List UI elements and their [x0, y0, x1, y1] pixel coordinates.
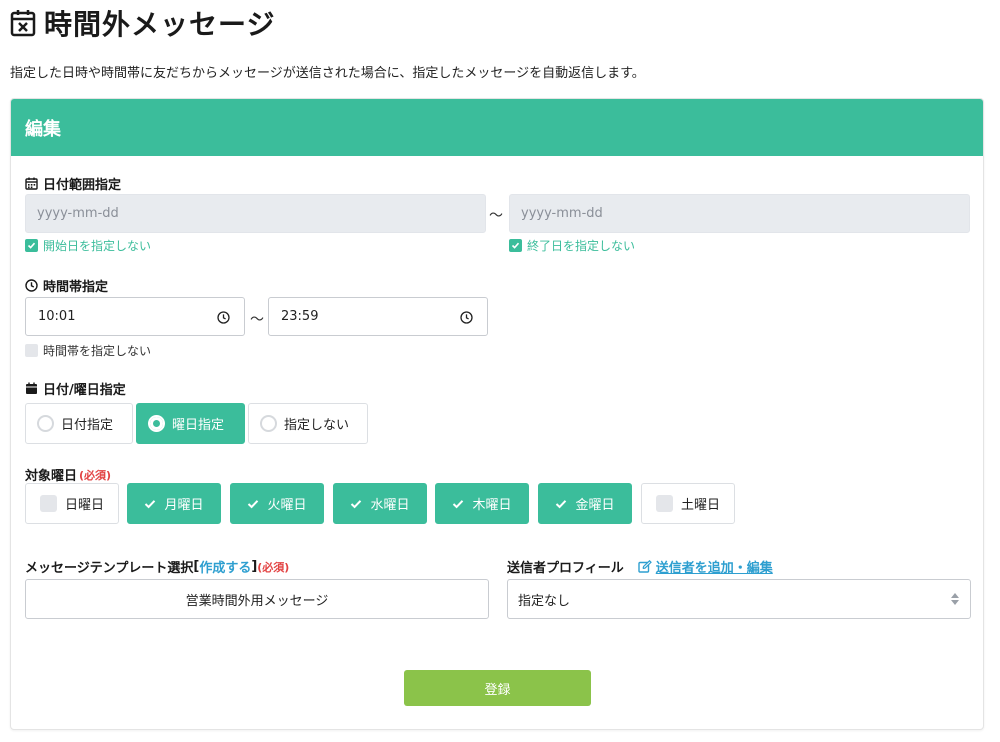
weekday-label: 水曜日 — [370, 498, 410, 513]
start-date-input[interactable]: yyyy-mm-dd — [25, 194, 486, 233]
start-time-input[interactable]: 10:01 — [25, 297, 245, 336]
card-header: 編集 — [11, 99, 983, 156]
date-weekday-label: 日付/曜日指定 — [25, 379, 126, 398]
clock-icon — [25, 279, 38, 292]
page-description: 指定した日時や時間帯に友だちからメッセージが送信された場合に、指定したメッセージ… — [10, 66, 645, 81]
weekday-label: 火曜日 — [267, 498, 307, 513]
sender-select-value: 指定なし — [518, 593, 571, 609]
calendar-filled-icon — [26, 382, 37, 394]
radio-unselected-icon — [37, 415, 54, 432]
weekday-label: 金曜日 — [575, 498, 615, 513]
weekday-wednesday[interactable]: 水曜日 — [333, 483, 427, 524]
time-range-unset-label: 時間帯を指定しない — [43, 344, 152, 358]
weekday-label: 土曜日 — [680, 498, 720, 513]
end-time-value: 23:59 — [281, 309, 319, 324]
date-range-separator: 〜 — [489, 208, 503, 224]
weekday-monday[interactable]: 月曜日 — [127, 483, 221, 524]
template-label-text: メッセージテンプレート選択 — [25, 561, 194, 576]
checkbox-checked-icon — [25, 239, 38, 252]
calendar-x-icon — [10, 10, 36, 37]
time-range-separator: 〜 — [250, 312, 264, 328]
clock-icon[interactable] — [460, 311, 473, 324]
end-date-input[interactable]: yyyy-mm-dd — [509, 194, 970, 233]
radio-date-specify[interactable]: 日付指定 — [25, 403, 133, 444]
submit-button[interactable]: 登録 — [404, 670, 591, 706]
date-range-label: 日付範囲指定 — [25, 174, 121, 193]
start-date-unset-checkbox[interactable]: 開始日を指定しない — [25, 237, 151, 254]
checkbox-unchecked-icon — [655, 495, 673, 512]
sender-label: 送信者プロフィール 送信者を追加・編集 — [507, 557, 773, 576]
date-range-label-text: 日付範囲指定 — [43, 178, 122, 193]
select-arrows-icon — [951, 593, 959, 605]
weekday-thursday[interactable]: 木曜日 — [435, 483, 529, 524]
weekday-saturday[interactable]: 土曜日 — [641, 483, 735, 524]
start-time-value: 10:01 — [38, 309, 76, 324]
check-icon — [556, 499, 567, 508]
radio-selected-icon — [148, 415, 165, 432]
date-weekday-label-text: 日付/曜日指定 — [43, 383, 126, 398]
edit-card: 編集 日付範囲指定 yyyy-mm-dd 〜 yyyy-mm-dd 開始日を指定… — [10, 98, 984, 730]
radio-weekday-specify-label: 曜日指定 — [172, 418, 225, 433]
weekday-label: 木曜日 — [472, 498, 512, 513]
card-header-title: 編集 — [25, 118, 61, 140]
end-time-input[interactable]: 23:59 — [268, 297, 488, 336]
weekday-label: 月曜日 — [164, 498, 204, 513]
template-label: メッセージテンプレート選択 [ 作成する ] (必須) — [25, 557, 289, 576]
checkbox-unchecked-icon — [39, 495, 57, 512]
sender-label-text: 送信者プロフィール — [507, 561, 624, 576]
checkbox-unchecked-icon — [25, 344, 38, 357]
weekday-sunday[interactable]: 日曜日 — [25, 483, 119, 524]
radio-date-specify-label: 日付指定 — [61, 418, 114, 433]
weekday-friday[interactable]: 金曜日 — [538, 483, 632, 524]
required-mark: (必須) — [257, 560, 290, 574]
check-icon — [453, 499, 464, 508]
check-icon — [351, 499, 362, 508]
weekdays-label-text: 対象曜日 — [25, 469, 78, 484]
weekday-tuesday[interactable]: 火曜日 — [230, 483, 324, 524]
checkbox-checked-icon — [509, 239, 522, 252]
edit-sender-link[interactable]: 送信者を追加・編集 — [638, 557, 773, 576]
clock-icon[interactable] — [217, 311, 230, 324]
page-title: 時間外メッセージ — [10, 6, 276, 41]
radio-weekday-specify[interactable]: 曜日指定 — [136, 403, 245, 444]
template-select[interactable]: 営業時間外用メッセージ — [25, 579, 489, 619]
create-template-link[interactable]: 作成する — [199, 557, 251, 576]
check-icon — [145, 499, 156, 508]
edit-sender-link-text: 送信者を追加・編集 — [655, 561, 773, 576]
start-date-unset-label: 開始日を指定しない — [43, 239, 152, 253]
radio-unselected-icon — [260, 415, 277, 432]
end-date-unset-label: 終了日を指定しない — [527, 239, 636, 253]
time-range-unset-checkbox[interactable]: 時間帯を指定しない — [25, 342, 151, 359]
radio-no-specify-label: 指定しない — [284, 418, 350, 433]
calendar-icon — [25, 177, 38, 190]
page-title-text: 時間外メッセージ — [44, 8, 276, 41]
sender-select[interactable]: 指定なし — [507, 579, 971, 619]
edit-icon — [638, 560, 652, 573]
time-range-label: 時間帯指定 — [25, 276, 108, 295]
weekday-label: 日曜日 — [64, 498, 104, 513]
required-mark: (必須) — [79, 468, 112, 482]
radio-no-specify[interactable]: 指定しない — [248, 403, 368, 444]
weekdays-label: 対象曜日 (必須) — [25, 465, 112, 485]
check-icon — [248, 499, 259, 508]
time-range-label-text: 時間帯指定 — [43, 280, 109, 295]
end-date-unset-checkbox[interactable]: 終了日を指定しない — [509, 237, 635, 254]
